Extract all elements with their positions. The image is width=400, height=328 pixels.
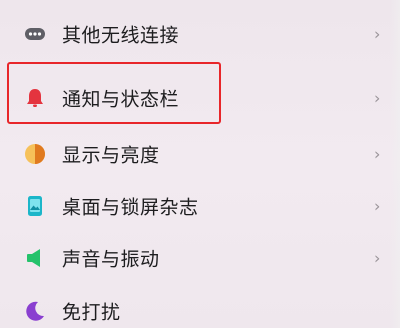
settings-item-label: 通知与状态栏: [62, 88, 180, 111]
more-dots-icon: [24, 23, 46, 45]
settings-item-label: 显示与亮度: [62, 144, 160, 167]
settings-list: 其他无线连接 › 通知与状态栏 › 显示与亮度 › 桌面与锁屏杂志 › 声音与振…: [0, 0, 400, 328]
chevron-right-icon: ›: [374, 248, 381, 268]
settings-item-label: 声音与振动: [62, 248, 160, 271]
settings-item-other-wireless[interactable]: 其他无线连接 ›: [0, 8, 400, 60]
bell-icon: [24, 87, 46, 109]
chevron-right-icon: ›: [374, 144, 381, 164]
settings-item-display-brightness[interactable]: 显示与亮度 ›: [0, 128, 400, 180]
settings-item-label: 桌面与锁屏杂志: [62, 196, 199, 219]
screen-edge-shadow: [390, 0, 400, 328]
settings-item-sound-vibration[interactable]: 声音与振动 ›: [0, 232, 400, 284]
settings-item-notifications[interactable]: 通知与状态栏 ›: [0, 72, 400, 124]
settings-item-label: 免打扰: [62, 301, 121, 324]
speaker-icon: [24, 247, 46, 269]
chevron-right-icon: ›: [374, 24, 381, 44]
settings-item-do-not-disturb[interactable]: 免打扰: [0, 285, 400, 328]
settings-screen: 其他无线连接 › 通知与状态栏 › 显示与亮度 › 桌面与锁屏杂志 › 声音与振…: [0, 0, 400, 328]
chevron-right-icon: ›: [374, 196, 381, 216]
settings-item-label: 其他无线连接: [62, 24, 180, 47]
moon-icon: [24, 300, 46, 322]
brightness-icon: [24, 143, 46, 165]
settings-item-desktop-lockscreen[interactable]: 桌面与锁屏杂志 ›: [0, 180, 400, 232]
wallpaper-icon: [24, 195, 46, 217]
chevron-right-icon: ›: [374, 88, 381, 108]
